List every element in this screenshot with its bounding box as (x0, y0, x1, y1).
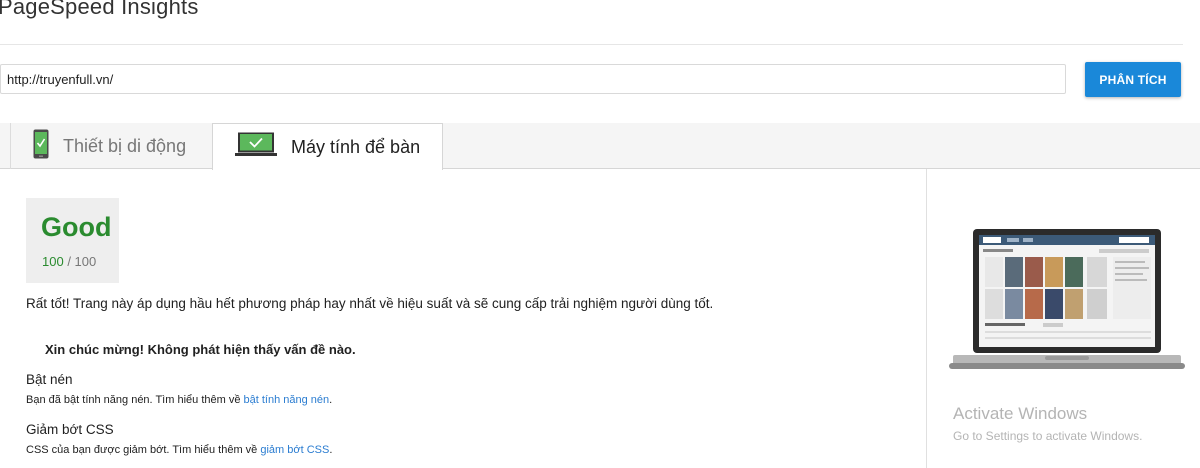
analyze-button[interactable]: PHÂN TÍCH (1085, 62, 1181, 97)
rule-desc-text: Bạn đã bật tính năng nén. Tìm hiểu thêm … (26, 394, 244, 406)
laptop-screenshot-preview (949, 227, 1185, 398)
phone-icon (33, 129, 49, 164)
score-card: Good 100 / 100 (26, 198, 119, 283)
rule-description: CSS của bạn được giảm bớt. Tìm hiểu thêm… (26, 444, 332, 456)
rule-title: Giảm bớt CSS (26, 422, 114, 437)
activate-windows-title: Activate Windows (953, 404, 1088, 423)
results-panel: Good 100 / 100 Rất tốt! Trang này áp dụn… (0, 169, 926, 468)
app-title: PageSpeed Insights (0, 0, 199, 19)
score-row: 100 / 100 (42, 254, 96, 269)
tab-mobile-label: Thiết bị di động (63, 135, 187, 156)
score-value: 100 (42, 254, 64, 269)
tab-mobile[interactable]: Thiết bị di động (10, 123, 212, 169)
activate-windows-subtitle: Go to Settings to activate Windows. (953, 429, 1143, 443)
rule-link[interactable]: bật tính năng nén (244, 394, 330, 406)
rule-desc-suffix: . (329, 444, 333, 456)
congrats-heading: Xin chúc mừng! Không phát hiện thấy vấn … (45, 342, 356, 357)
url-input[interactable] (0, 64, 1066, 94)
preview-panel: Activate Windows Go to Settings to activ… (926, 169, 1200, 468)
score-label: Good (41, 212, 112, 242)
rule-link[interactable]: giảm bớt CSS (260, 444, 329, 456)
device-tab-bar: Thiết bị di động Máy tính để bàn (0, 123, 1200, 170)
rule-desc-text: CSS của bạn được giảm bớt. Tìm hiểu thêm… (26, 444, 261, 456)
summary-text: Rất tốt! Trang này áp dụng hầu hết phươn… (26, 296, 714, 311)
monitor-icon (235, 132, 277, 163)
tab-desktop-label: Máy tính để bàn (291, 136, 421, 157)
rule-desc-suffix: . (329, 394, 333, 406)
rule-description: Bạn đã bật tính năng nén. Tìm hiểu thêm … (26, 394, 332, 406)
rule-title: Bật nén (26, 372, 73, 387)
header-divider (0, 44, 1183, 45)
score-max: / 100 (67, 254, 97, 269)
tab-desktop[interactable]: Máy tính để bàn (212, 123, 443, 170)
